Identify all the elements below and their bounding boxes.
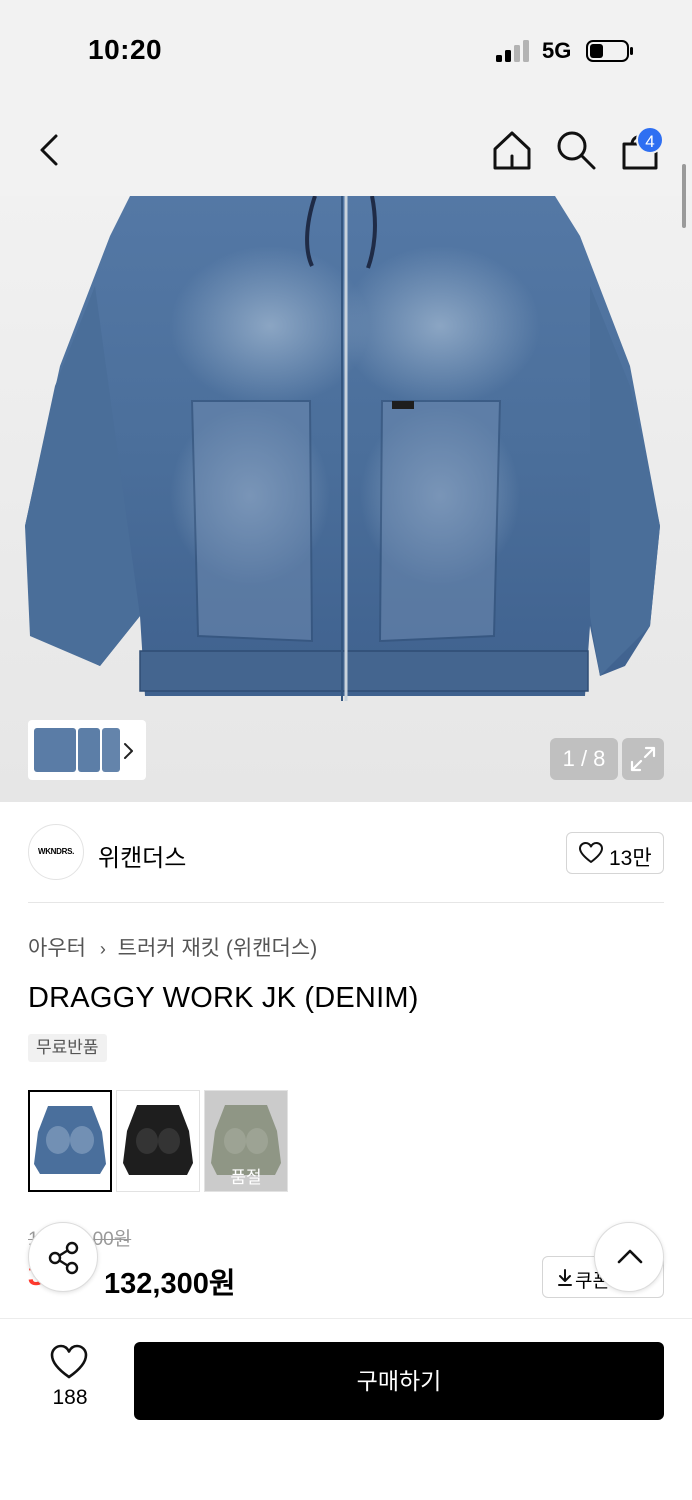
brand-like-count: 13만 bbox=[609, 847, 652, 870]
share-icon bbox=[48, 1241, 79, 1275]
chevron-up-icon bbox=[617, 1249, 643, 1264]
breadcrumb: 아우터 › 트러커 재킷 (위캔더스) bbox=[28, 932, 317, 962]
home-icon[interactable] bbox=[490, 128, 534, 172]
free-return-badge: 무료반품 bbox=[28, 1034, 107, 1062]
sale-price: 132,300원 bbox=[104, 1268, 236, 1300]
status-time: 10:20 bbox=[88, 34, 163, 65]
network-type: 5G bbox=[542, 38, 572, 63]
scroll-to-top-button[interactable] bbox=[594, 1222, 664, 1292]
scroll-indicator bbox=[682, 164, 686, 228]
thumbnail-image[interactable] bbox=[34, 728, 76, 772]
brand-name[interactable]: 위캔더스 bbox=[98, 838, 186, 873]
chevron-right-icon bbox=[124, 743, 133, 759]
image-thumbnail-strip[interactable] bbox=[28, 720, 146, 780]
chevron-right-icon: › bbox=[99, 939, 106, 959]
wishlist-heart-icon[interactable] bbox=[50, 1344, 88, 1380]
wishlist-count: 188 bbox=[52, 1386, 88, 1409]
thumbnail-image[interactable] bbox=[78, 728, 100, 772]
buy-button[interactable]: 구매하기 bbox=[134, 1342, 664, 1420]
product-title: DRAGGY WORK JK (DENIM) bbox=[28, 982, 419, 1014]
sold-out-label: 품절 bbox=[230, 1168, 262, 1187]
cart-count-badge: 4 bbox=[636, 126, 664, 154]
original-price-tail: 00원 bbox=[92, 1229, 132, 1250]
breadcrumb-item[interactable]: 아우터 bbox=[28, 937, 86, 960]
thumbnail-image[interactable] bbox=[102, 728, 120, 772]
back-icon[interactable] bbox=[30, 130, 70, 170]
color-swatch-black[interactable] bbox=[116, 1090, 200, 1192]
download-icon bbox=[558, 1269, 572, 1286]
divider bbox=[28, 902, 664, 903]
swatch-image bbox=[117, 1091, 199, 1191]
breadcrumb-item[interactable]: 트러커 재킷 (위캔더스) bbox=[118, 937, 318, 960]
swatch-image bbox=[30, 1092, 110, 1190]
image-counter: 1 / 8 bbox=[550, 738, 618, 780]
signal-icon bbox=[496, 40, 529, 62]
heart-icon bbox=[579, 842, 603, 863]
expand-icon[interactable] bbox=[622, 738, 664, 780]
product-image bbox=[25, 196, 660, 701]
color-swatch-olive[interactable]: 품절 bbox=[204, 1090, 288, 1192]
share-button[interactable] bbox=[28, 1222, 98, 1292]
battery-icon bbox=[586, 40, 633, 62]
color-swatch-denim[interactable] bbox=[28, 1090, 112, 1192]
brand-like-button[interactable]: 13만 bbox=[566, 832, 664, 874]
brand-logo[interactable]: WKNDRS. bbox=[28, 824, 84, 880]
search-icon[interactable] bbox=[554, 128, 598, 172]
product-image-carousel[interactable] bbox=[0, 196, 692, 802]
